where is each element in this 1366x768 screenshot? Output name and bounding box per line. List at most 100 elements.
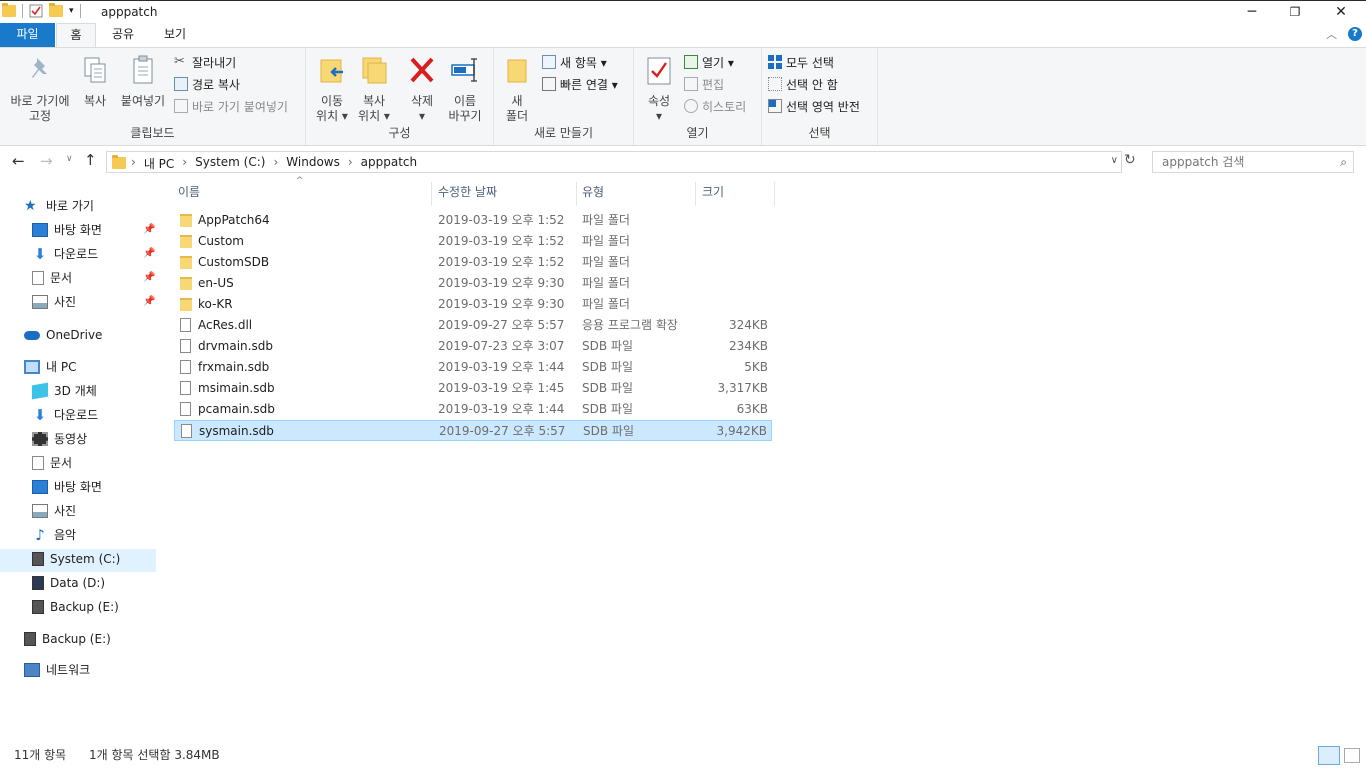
column-separator[interactable] <box>774 182 775 206</box>
properties-button[interactable]: 속성 ▾ <box>642 54 676 124</box>
file-size: 3,942KB <box>716 424 767 438</box>
nav-this-pc[interactable]: 내 PC <box>24 356 76 378</box>
file-row[interactable]: CustomSDB 2019-03-19 오후 1:52 파일 폴더 <box>174 252 772 273</box>
nav-backup-root[interactable]: Backup (E:) <box>24 628 111 650</box>
file-row[interactable]: pcamain.sdb 2019-03-19 오후 1:44 SDB 파일 63KB <box>174 399 772 420</box>
tab-home[interactable]: 홈 <box>56 23 96 47</box>
column-separator[interactable] <box>695 182 696 206</box>
new-item-button[interactable]: 새 항목 ▾ <box>542 53 607 71</box>
maximize-button[interactable]: ❐ <box>1272 1 1318 23</box>
new-folder-button[interactable]: 새 폴더 <box>500 54 534 124</box>
history-button[interactable]: 히스토리 <box>684 97 746 115</box>
drive-icon <box>24 632 36 646</box>
column-header-name[interactable]: 이름 <box>178 180 200 204</box>
nav-backup-e[interactable]: Backup (E:) <box>32 596 119 618</box>
file-row[interactable]: en-US 2019-03-19 오후 9:30 파일 폴더 <box>174 273 772 294</box>
nav-pc-pictures[interactable]: 사진 <box>32 500 76 522</box>
copy-button[interactable]: 복사 <box>78 54 112 109</box>
recent-locations-icon[interactable]: ∨ <box>66 154 73 164</box>
nav-pc-desktop[interactable]: 바탕 화면 <box>32 476 102 498</box>
nav-quick-access[interactable]: ★ 바로 가기 <box>24 195 94 217</box>
select-none-button[interactable]: 선택 안 함 <box>768 75 838 93</box>
paste-button[interactable]: 붙여넣기 <box>116 54 170 109</box>
forward-arrow-icon[interactable]: → <box>40 152 53 170</box>
pin-quick-access-button[interactable]: 바로 가기에 고정 <box>4 54 76 124</box>
nav-data-d[interactable]: Data (D:) <box>32 572 105 594</box>
edit-button[interactable]: 편집 <box>684 75 724 93</box>
file-row[interactable]: drvmain.sdb 2019-07-23 오후 3:07 SDB 파일 234KB <box>174 336 772 357</box>
column-separator[interactable] <box>431 182 432 206</box>
breadcrumb-system-c[interactable]: System (C:) <box>195 155 265 172</box>
delete-button[interactable]: 삭제 ▾ <box>404 54 440 124</box>
nav-music[interactable]: ♪ 음악 <box>32 524 76 546</box>
tab-view[interactable]: 보기 <box>156 23 194 47</box>
nav-videos[interactable]: 동영상 <box>32 428 87 450</box>
customize-qat-icon[interactable]: ▾ <box>69 6 74 16</box>
divider <box>22 4 23 18</box>
nav-pictures[interactable]: 사진 <box>32 291 76 313</box>
nav-label: 문서 <box>50 271 73 285</box>
column-separator[interactable] <box>576 182 577 206</box>
breadcrumb-windows[interactable]: Windows <box>286 155 340 172</box>
open-button[interactable]: 열기 ▾ <box>684 53 734 71</box>
window-title: apppatch <box>101 5 158 19</box>
nav-label: 다운로드 <box>54 408 99 422</box>
documents-icon <box>32 271 44 285</box>
file-row[interactable]: sysmain.sdb 2019-09-27 오후 5:57 SDB 파일 3,942… <box>174 420 772 441</box>
copy-to-button[interactable]: 복사 위치 ▾ <box>354 54 394 124</box>
up-arrow-icon[interactable]: ↑ <box>84 151 97 169</box>
details-view-button[interactable] <box>1318 746 1340 765</box>
refresh-icon[interactable]: ↻ <box>1124 152 1136 168</box>
cut-button[interactable]: ✂ 잘라내기 <box>174 53 236 71</box>
search-input[interactable]: apppatch 검색 ⌕ <box>1152 151 1354 173</box>
3d-cube-icon <box>32 382 48 400</box>
rename-label: 이름 바꾸기 <box>448 94 482 123</box>
select-all-button[interactable]: 모두 선택 <box>768 53 834 71</box>
help-icon[interactable]: ? <box>1348 27 1362 41</box>
nav-documents[interactable]: 문서 <box>32 267 72 289</box>
file-row[interactable]: AcRes.dll 2019-09-27 오후 5:57 응용 프로그램 확장 324… <box>174 315 772 336</box>
nav-system-c[interactable]: System (C:) <box>32 548 120 570</box>
column-header-type[interactable]: 유형 <box>582 180 604 204</box>
column-header-size[interactable]: 크기 <box>702 180 724 204</box>
cloud-icon <box>24 330 40 340</box>
large-icons-view-button[interactable] <box>1344 748 1360 763</box>
download-arrow-icon: ⬇ <box>33 245 47 263</box>
file-row[interactable]: frxmain.sdb 2019-03-19 오후 1:44 SDB 파일 5KB <box>174 357 772 378</box>
file-size: 3,317KB <box>717 381 768 395</box>
minimize-button[interactable]: ─ <box>1229 1 1275 23</box>
address-dropdown-icon[interactable]: ∨ <box>1111 155 1118 166</box>
column-header-date[interactable]: 수정한 날짜 <box>438 180 497 204</box>
nav-network[interactable]: 네트워크 <box>24 659 90 681</box>
easy-access-button[interactable]: 빠른 연결 ▾ <box>542 75 618 93</box>
chevron-up-icon[interactable]: ︿ <box>1326 26 1337 42</box>
address-box[interactable]: › 내 PC › System (C:) › Windows › apppatc… <box>106 151 1122 173</box>
close-button[interactable]: ✕ <box>1318 1 1364 23</box>
nav-pc-documents[interactable]: 문서 <box>32 452 72 474</box>
new-folder-icon[interactable] <box>49 3 63 17</box>
file-row[interactable]: msimain.sdb 2019-03-19 오후 1:45 SDB 파일 3,317… <box>174 378 772 399</box>
tab-file[interactable]: 파일 <box>0 23 55 47</box>
file-name: msimain.sdb <box>198 381 275 395</box>
rename-button[interactable]: 이름 바꾸기 <box>444 54 486 124</box>
nav-onedrive[interactable]: OneDrive <box>24 324 102 346</box>
properties-check-icon[interactable] <box>29 4 43 18</box>
nav-downloads[interactable]: ⬇ 다운로드 <box>32 243 98 265</box>
back-arrow-icon[interactable]: ← <box>12 152 25 170</box>
download-arrow-icon: ⬇ <box>33 406 47 424</box>
nav-3d-objects[interactable]: 3D 개체 <box>32 380 97 402</box>
invert-selection-button[interactable]: 선택 영역 반전 <box>768 97 860 115</box>
nav-desktop[interactable]: 바탕 화면 <box>32 219 102 241</box>
paste-shortcut-button[interactable]: 바로 가기 붙여넣기 <box>174 97 288 115</box>
breadcrumb-this-pc[interactable]: 내 PC <box>144 155 174 172</box>
copy-path-button[interactable]: 경로 복사 <box>174 75 240 93</box>
file-row[interactable]: ko-KR 2019-03-19 오후 9:30 파일 폴더 <box>174 294 772 315</box>
delete-x-icon <box>410 57 434 83</box>
move-to-button[interactable]: 이동 위치 ▾ <box>312 54 352 124</box>
file-row[interactable]: Custom 2019-03-19 오후 1:52 파일 폴더 <box>174 231 772 252</box>
breadcrumb-apppatch[interactable]: apppatch <box>361 155 417 172</box>
file-row[interactable]: AppPatch64 2019-03-19 오후 1:52 파일 폴더 <box>174 210 772 231</box>
tab-share[interactable]: 공유 <box>104 23 142 47</box>
pin-icon <box>32 58 47 78</box>
nav-pc-downloads[interactable]: ⬇ 다운로드 <box>32 404 98 426</box>
